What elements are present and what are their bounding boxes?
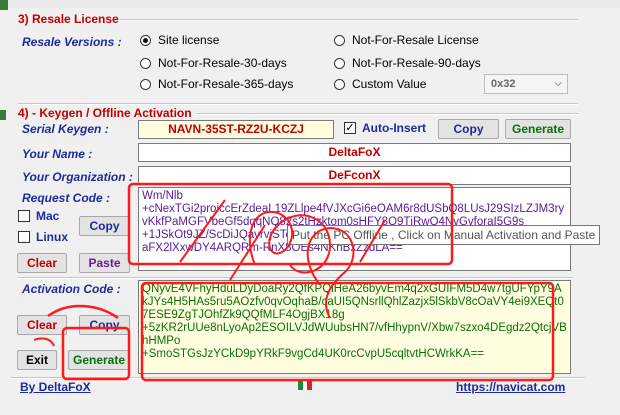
radio-dot[interactable]: [140, 34, 151, 46]
resale-versions-label: Resale Versions :: [22, 35, 122, 49]
chevron-down-icon[interactable]: ⌵: [554, 75, 562, 93]
radio-label: Not-For-Resale License: [352, 33, 479, 47]
left-accent-top: [0, 0, 8, 10]
your-name-label: Your Name :: [22, 147, 93, 161]
custom-value-text: 0x32: [491, 78, 516, 90]
radio-label: Not-For-Resale-365-days: [158, 77, 294, 91]
request-paste-button[interactable]: Paste: [79, 253, 130, 273]
exit-button[interactable]: Exit: [17, 350, 57, 370]
radio-label: Not-For-Resale-90-days: [352, 56, 481, 70]
navicat-url-link[interactable]: https://navicat.com: [456, 380, 565, 394]
radio-nfr-365[interactable]: Not-For-Resale-365-days: [140, 77, 293, 91]
activation-divider: [18, 277, 573, 279]
request-clear-button[interactable]: Clear: [17, 253, 67, 273]
resale-divider: [118, 19, 578, 21]
keygen-title-divider: [196, 113, 578, 115]
keygen-section-title: 4) - Keygen / Offline Activation: [18, 106, 192, 120]
by-deltafox-link[interactable]: By DeltaFoX: [20, 380, 91, 394]
activation-clear-button[interactable]: Clear: [17, 315, 67, 335]
paste-tooltip: Put the PC Offline , Click on Manual Act…: [287, 225, 601, 245]
mac-checkbox[interactable]: Mac: [18, 209, 59, 223]
radio-label: Site license: [158, 33, 220, 47]
activation-code-label: Activation Code :: [22, 282, 121, 296]
mac-label: Mac: [36, 209, 60, 223]
radio-dot[interactable]: [140, 78, 151, 90]
radio-custom-value[interactable]: Custom Value: [334, 77, 426, 91]
radio-dot[interactable]: [334, 78, 345, 90]
radio-site-license[interactable]: Site license: [140, 33, 219, 47]
auto-insert-checkbox[interactable]: ✓ Auto-Insert: [344, 121, 426, 135]
footer-divider: [10, 377, 585, 379]
radio-label: Custom Value: [352, 77, 427, 91]
check-icon[interactable]: ✓: [344, 122, 356, 134]
your-name-field[interactable]: DeltaFoX: [138, 143, 571, 162]
italy-flag-icon: [298, 381, 313, 390]
checkbox-box[interactable]: [18, 210, 30, 222]
organization-field[interactable]: DeFconX: [138, 166, 571, 185]
auto-insert-label: Auto-Insert: [362, 121, 426, 135]
radio-label: Not-For-Resale-30-days: [158, 56, 287, 70]
radio-dot[interactable]: [334, 34, 345, 46]
serial-generate-button[interactable]: Generate: [505, 119, 571, 139]
request-copy-button[interactable]: Copy: [79, 216, 130, 236]
organization-label: Your Organization :: [22, 170, 133, 184]
checkbox-box[interactable]: [18, 231, 30, 243]
request-code-label: Request Code :: [22, 191, 111, 205]
radio-nfr-90[interactable]: Not-For-Resale-90-days: [334, 56, 481, 70]
activation-copy-button[interactable]: Copy: [79, 315, 130, 335]
radio-dot[interactable]: [140, 57, 151, 69]
radio-dot[interactable]: [334, 57, 345, 69]
serial-copy-button[interactable]: Copy: [438, 119, 499, 139]
linux-label: Linux: [36, 230, 68, 244]
serial-keygen-field[interactable]: NAVN-35ST-RZ2U-KCZJ: [138, 120, 334, 139]
custom-value-select[interactable]: 0x32 ⌵: [484, 74, 568, 94]
top-edge: [0, 0, 620, 8]
resale-section-title: 3) Resale License: [18, 12, 119, 26]
radio-nfr-license[interactable]: Not-For-Resale License: [334, 33, 479, 47]
linux-checkbox[interactable]: Linux: [18, 230, 68, 244]
activation-generate-button[interactable]: Generate: [68, 350, 130, 370]
activation-code-textarea[interactable]: QNyvE4VFhyHduLDyDoaRy2QfKPQiHeA26byvEm4q…: [138, 280, 571, 374]
keygen-top-divider: [18, 103, 578, 105]
scribble-dot: [33, 337, 55, 347]
serial-keygen-label: Serial Keygen :: [22, 122, 109, 136]
left-accent-bottom: [0, 110, 6, 120]
radio-nfr-30[interactable]: Not-For-Resale-30-days: [140, 56, 287, 70]
